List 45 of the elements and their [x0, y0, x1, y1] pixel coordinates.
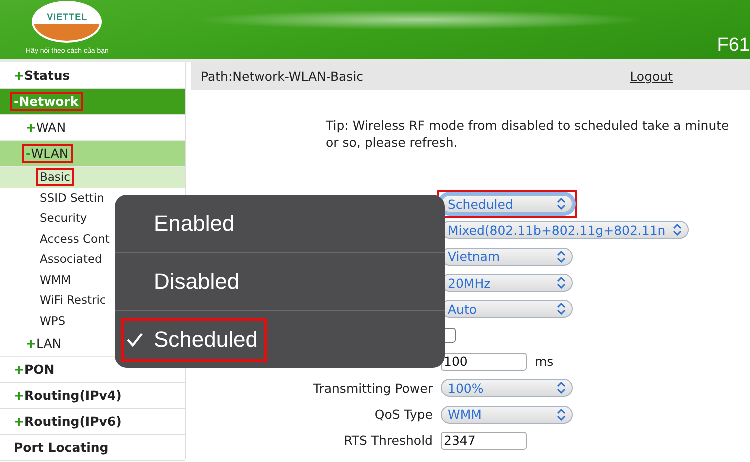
dropdown-option[interactable]: Enabled [121, 202, 244, 246]
menu-item-label: +Status [13, 67, 72, 85]
logout-link[interactable]: Logout [630, 68, 673, 84]
menu-item[interactable]: Port Locating [0, 435, 185, 461]
check-icon [126, 332, 144, 348]
tip-text: Tip: Wireless RF mode from disabled to scheduled take a minute or so, please refresh. [326, 117, 730, 151]
dropdown-option[interactable]: Scheduled [121, 318, 267, 362]
submenu-item[interactable]: -WLAN [0, 141, 185, 167]
chevron-updown-icon [673, 224, 682, 236]
submenu-item-label: Basic [36, 168, 74, 186]
chevron-updown-icon [557, 408, 566, 421]
chevron-updown-icon [557, 250, 566, 263]
model-name: F61 [717, 36, 750, 55]
menu-item-label: +PON [13, 361, 56, 379]
field-label: RTS Threshold [343, 433, 434, 448]
submenu-item-label: WPS [39, 312, 67, 330]
menu-item-label: +Routing(IPv6) [13, 413, 123, 431]
chevron-updown-icon [557, 382, 566, 394]
menu-item-label: -Network [10, 92, 83, 111]
menu-item-label: +Routing(IPv4) [13, 387, 123, 405]
submenu-item-label: Associated [39, 251, 104, 268]
submenu-item-label: SSID Settin [39, 190, 106, 207]
chevron-updown-icon [557, 198, 566, 210]
menu-item[interactable]: +Routing(IPv6) [0, 409, 185, 435]
unit-label: ms [535, 354, 554, 370]
dropdown-select[interactable]: 100% [441, 379, 573, 398]
dropdown-option[interactable]: Disabled [121, 260, 249, 304]
breadcrumb-path: Path:Network-WLAN-Basic [201, 68, 364, 84]
submenu-item-label: -WLAN [22, 144, 73, 163]
submenu-item[interactable]: Basic [0, 167, 185, 188]
input-field[interactable]: 100 [441, 352, 527, 371]
chevron-updown-icon [557, 277, 566, 290]
menu-item-label: Port Locating [13, 439, 110, 457]
dropdown-select[interactable]: WMM [441, 406, 573, 424]
submenu-item-label: WiFi Restric [39, 292, 108, 310]
submenu-item-label: +LAN [25, 335, 63, 353]
submenu-item-label: Access Cont [39, 230, 111, 248]
logo-text: VIETTEL [47, 12, 88, 22]
field-label: QoS Type [374, 407, 434, 422]
menu-item[interactable]: +Routing(IPv4) [0, 383, 185, 409]
field-label: Transmitting Power [312, 380, 434, 396]
dropdown-select[interactable]: Scheduled [441, 195, 573, 214]
input-field[interactable]: 2347 [441, 432, 527, 450]
chevron-updown-icon [557, 303, 566, 316]
submenu-item-label: +WAN [25, 119, 68, 137]
